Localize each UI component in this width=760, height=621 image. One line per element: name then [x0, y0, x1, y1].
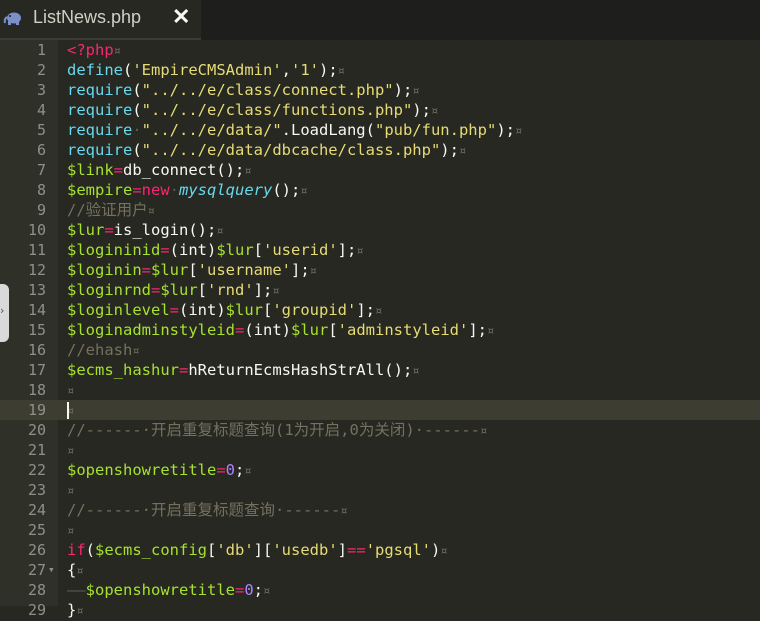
code-line[interactable]: 28 ——$openshowretitle=0;¤ — [0, 580, 760, 600]
side-panel-handle[interactable]: › — [0, 284, 9, 342]
line-number: 12 — [27, 261, 46, 279]
line-number: 2 — [36, 61, 46, 79]
code-line[interactable]: 6 require("../../e/data/dbcache/class.php… — [0, 140, 760, 160]
code-text: require("../../e/data/dbcache/class.php"… — [67, 141, 467, 159]
code-text: {¤ — [67, 561, 84, 579]
text-cursor — [67, 402, 69, 419]
line-number: 28 — [27, 581, 46, 599]
line-number: 6 — [36, 141, 46, 159]
code-line[interactable]: 9 //验证用户¤ — [0, 200, 760, 220]
code-line[interactable]: 22 $openshowretitle=0;¤ — [0, 460, 760, 480]
line-number: 18 — [27, 381, 46, 399]
line-number: 7 — [36, 161, 46, 179]
line-number: 26 — [27, 541, 46, 559]
code-text: ¤ — [67, 484, 75, 498]
code-text: //------·开启重复标题查询·------¤ — [67, 501, 348, 519]
line-number: 11 — [27, 241, 46, 259]
line-number: 19 — [27, 401, 46, 419]
code-line[interactable]: 24 //------·开启重复标题查询·------¤ — [0, 500, 760, 520]
line-number: 27 — [27, 561, 46, 579]
code-line[interactable]: 12 $loginin=$lur['username'];¤ — [0, 260, 760, 280]
code-line[interactable]: 3 require("../../e/class/connect.php");¤ — [0, 80, 760, 100]
line-number: 20 — [27, 421, 46, 439]
code-text: require("../../e/class/connect.php");¤ — [67, 81, 420, 99]
line-number: 9 — [36, 201, 46, 219]
code-line[interactable]: 21 ¤ — [0, 440, 760, 460]
code-line[interactable]: 14 $loginlevel=(int)$lur['groupid'];¤ — [0, 300, 760, 320]
code-line[interactable]: 4 require("../../e/class/functions.php");… — [0, 100, 760, 120]
line-number: 5 — [36, 121, 46, 139]
code-text: $loginadminstyleid=(int)$lur['adminstyle… — [67, 321, 495, 339]
code-line[interactable]: 29 }¤ — [0, 600, 760, 620]
code-text: ¤ — [67, 384, 75, 398]
line-number: 4 — [36, 101, 46, 119]
code-text: if($ecms_config['db']['usedb']=='pgsql')… — [67, 541, 448, 559]
code-text: ¤ — [67, 524, 75, 538]
close-icon[interactable]: ✕ — [172, 4, 190, 30]
line-number: 21 — [27, 441, 46, 459]
code-text: ——$openshowretitle=0;¤ — [67, 581, 271, 599]
code-line[interactable]: 18 ¤ — [0, 380, 760, 400]
tab-title: ListNews.php — [33, 7, 142, 27]
code-line[interactable]: 13 $loginrnd=$lur['rnd'];¤ — [0, 280, 760, 300]
code-text: //ehash¤ — [67, 341, 140, 359]
code-line[interactable]: 8 $empire=new·mysqlquery();¤ — [0, 180, 760, 200]
line-number: 29 — [27, 601, 46, 619]
code-line[interactable]: 15 $loginadminstyleid=(int)$lur['adminsty… — [0, 320, 760, 340]
code-text: $logininid=(int)$lur['userid'];¤ — [67, 241, 364, 259]
line-number: 23 — [27, 481, 46, 499]
code-line[interactable]: 23 ¤ — [0, 480, 760, 500]
code-text: require·"../../e/data/".LoadLang("pub/fu… — [67, 121, 523, 139]
code-text: }¤ — [67, 601, 84, 619]
line-number: 10 — [27, 221, 46, 239]
code-line[interactable]: 10 $lur=is_login();¤ — [0, 220, 760, 240]
code-text: ¤ — [67, 444, 75, 458]
code-text: define('EmpireCMSAdmin','1');¤ — [67, 61, 345, 79]
code-text: $link=db_connect();¤ — [67, 161, 252, 179]
php-elephant-icon — [3, 12, 21, 25]
line-number: 22 — [27, 461, 46, 479]
code-text: $lur=is_login();¤ — [67, 221, 224, 239]
line-number: 16 — [27, 341, 46, 359]
code-text: $loginlevel=(int)$lur['groupid'];¤ — [67, 301, 383, 319]
line-number: 17 — [27, 361, 46, 379]
code-text: //验证用户¤ — [67, 201, 155, 219]
code-line[interactable]: 7 $link=db_connect();¤ — [0, 160, 760, 180]
code-editor[interactable]: 1 <?php¤ 2 define('EmpireCMSAdmin','1');¤ 3 r… — [0, 40, 760, 619]
code-text: <?php¤ — [67, 41, 121, 59]
code-line[interactable]: 11 $logininid=(int)$lur['userid'];¤ — [0, 240, 760, 260]
tab-listnews[interactable]: ListNews.php ✕ — [0, 0, 201, 40]
code-line[interactable]: 26 if($ecms_config['db']['usedb']=='pgsql… — [0, 540, 760, 560]
code-line[interactable]: 2 define('EmpireCMSAdmin','1');¤ — [0, 60, 760, 80]
code-text: $loginin=$lur['username'];¤ — [67, 261, 317, 279]
fold-arrow-icon[interactable]: ▾ — [48, 560, 55, 580]
code-line[interactable]: 19 ¤ — [0, 400, 760, 420]
chevron-right-icon: › — [0, 304, 5, 317]
code-text: require("../../e/class/functions.php");¤ — [67, 101, 439, 119]
code-line[interactable]: 16 //ehash¤ — [0, 340, 760, 360]
line-number: 24 — [27, 501, 46, 519]
code-line[interactable]: 17 $ecms_hashur=hReturnEcmsHashStrAll();¤ — [0, 360, 760, 380]
code-line[interactable]: 20 //------·开启重复标题查询(1为开启,0为关闭)·------¤ — [0, 420, 760, 440]
code-text: $ecms_hashur=hReturnEcmsHashStrAll();¤ — [67, 361, 420, 379]
code-text: $empire=new·mysqlquery();¤ — [67, 181, 308, 199]
line-number: 3 — [36, 81, 46, 99]
code-line[interactable]: 27 ▾ {¤ — [0, 560, 760, 580]
tab-bar: ListNews.php ✕ — [0, 0, 760, 40]
code-line[interactable]: 25 ¤ — [0, 520, 760, 540]
line-number: 8 — [36, 181, 46, 199]
code-line[interactable]: 5 require·"../../e/data/".LoadLang("pub/f… — [0, 120, 760, 140]
line-number: 25 — [27, 521, 46, 539]
code-line[interactable]: 1 <?php¤ — [0, 40, 760, 60]
code-text: $loginrnd=$lur['rnd'];¤ — [67, 281, 280, 299]
line-number: 1 — [36, 41, 46, 59]
code-text: //------·开启重复标题查询(1为开启,0为关闭)·------¤ — [67, 421, 488, 439]
code-text: $openshowretitle=0;¤ — [67, 461, 252, 479]
